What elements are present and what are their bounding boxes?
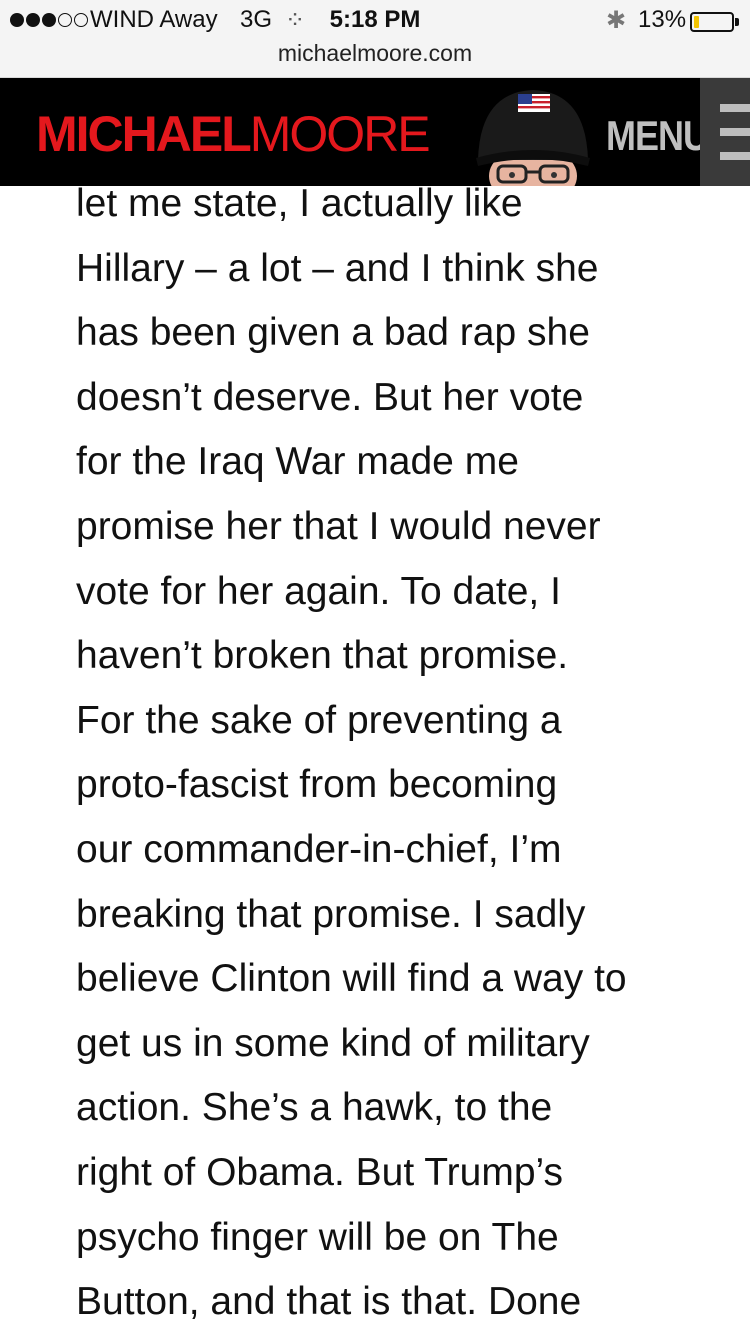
battery-level-fill — [694, 16, 699, 28]
site-logo[interactable]: MICHAELMOORE — [36, 106, 431, 162]
status-bar: WIND Away 3G ⁘ 5:18 PM ✱ 13% michaelmoor… — [0, 0, 750, 78]
bluetooth-icon: ✱ — [606, 7, 627, 34]
article-text-line: For the sake of preventing a — [76, 698, 562, 742]
menu-label[interactable]: MENU — [606, 112, 709, 160]
hamburger-icon — [720, 128, 750, 136]
battery-icon — [690, 12, 734, 32]
logo-first-name: MICHAEL — [36, 106, 252, 162]
article-text-line: right of Obama. But Trump’s — [76, 1150, 563, 1194]
hamburger-icon — [720, 104, 750, 112]
article-text-line: proto-fascist from becoming — [76, 763, 558, 807]
article-text-line: action. She’s a hawk, to the — [76, 1086, 553, 1130]
michael-moore-portrait-image — [476, 90, 590, 186]
address-bar[interactable]: michaelmoore.com — [0, 40, 750, 70]
article-text-line: Hillary – a lot – and I think she — [76, 246, 599, 290]
article-text-line: for the Iraq War made me — [76, 440, 519, 484]
hamburger-icon — [720, 152, 750, 160]
battery-percent: 13% — [638, 6, 687, 33]
logo-last-name: MOORE — [249, 106, 431, 162]
article-text-line: breaking that promise. I sadly — [76, 892, 586, 936]
status-row: WIND Away 3G ⁘ 5:18 PM ✱ 13% — [0, 4, 750, 38]
article-text-line: haven’t broken that promise. — [76, 634, 569, 678]
article-text-line: believe Clinton will find a way to — [76, 957, 627, 1001]
article-text-line: vote for her again. To date, I — [76, 569, 561, 613]
battery-tip — [735, 18, 739, 26]
article-text-line: let me state, I actually like — [76, 182, 523, 225]
article-text-line: promise her that I would never — [76, 504, 601, 548]
article-text-line: our commander-in-chief, I’m — [76, 827, 562, 871]
article-body: let me state, I actually like Hillary – a… — [76, 172, 736, 1334]
article-text-line: doesn’t deserve. But her vote — [76, 375, 584, 419]
screen: WIND Away 3G ⁘ 5:18 PM ✱ 13% michaelmoor… — [0, 0, 750, 1334]
article-text-line: Button, and that is that. Done — [76, 1280, 582, 1324]
site-header: MICHAELMOORE MENU — [0, 78, 750, 186]
article-text-line: get us in some kind of military — [76, 1021, 590, 1065]
article-text-line: psycho finger will be on The — [76, 1215, 559, 1259]
hamburger-menu-button[interactable] — [700, 78, 750, 186]
article-text-line: has been given a bad rap she — [76, 311, 590, 355]
